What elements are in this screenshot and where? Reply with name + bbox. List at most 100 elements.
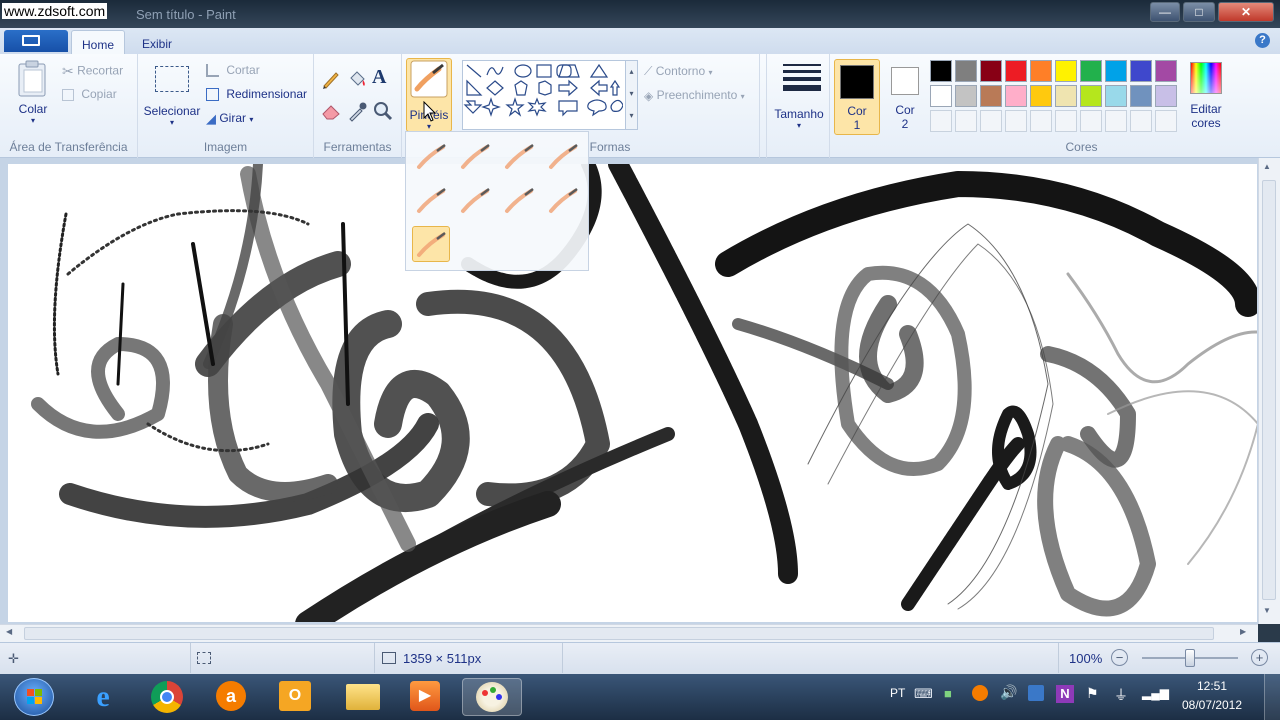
color-swatch[interactable] bbox=[1105, 60, 1127, 82]
color-swatch[interactable] bbox=[980, 110, 1002, 132]
onenote-tray-icon[interactable]: N bbox=[1056, 685, 1074, 703]
shape-option[interactable] bbox=[536, 64, 552, 78]
explorer-folder-icon[interactable] bbox=[336, 678, 390, 716]
scroll-right-icon[interactable]: ▶ bbox=[1240, 627, 1246, 636]
shape-option[interactable] bbox=[466, 64, 482, 78]
text-tool[interactable]: A bbox=[372, 66, 396, 90]
shape-option[interactable] bbox=[527, 97, 547, 117]
shape-option[interactable] bbox=[538, 80, 552, 96]
color-swatch[interactable] bbox=[930, 110, 952, 132]
zoom-slider-thumb[interactable] bbox=[1185, 649, 1195, 667]
color-swatch[interactable] bbox=[955, 85, 977, 107]
brush-option[interactable] bbox=[500, 138, 538, 174]
shape-option[interactable] bbox=[609, 79, 621, 96]
brush-option[interactable] bbox=[456, 138, 494, 174]
color-swatch[interactable] bbox=[930, 60, 952, 82]
brush-option[interactable] bbox=[456, 182, 494, 218]
color-swatch[interactable] bbox=[1155, 60, 1177, 82]
drawing-canvas[interactable] bbox=[8, 164, 1257, 622]
show-desktop-button[interactable] bbox=[1264, 674, 1280, 720]
color-swatch[interactable] bbox=[1055, 85, 1077, 107]
zoom-out-button[interactable]: − bbox=[1111, 649, 1128, 666]
vertical-scrollbar[interactable]: ▲ ▼ bbox=[1258, 158, 1280, 624]
color-picker-tool[interactable] bbox=[346, 100, 370, 124]
shape-option[interactable] bbox=[590, 79, 608, 97]
horizontal-scrollbar[interactable]: ◀ ▶ bbox=[0, 624, 1258, 642]
brush-option[interactable] bbox=[412, 226, 450, 262]
color-swatch[interactable] bbox=[1005, 110, 1027, 132]
start-orb-icon[interactable] bbox=[14, 678, 54, 716]
eraser-tool[interactable] bbox=[320, 100, 344, 124]
color-swatch[interactable] bbox=[1005, 85, 1027, 107]
color-swatch[interactable] bbox=[1080, 110, 1102, 132]
color-swatch[interactable] bbox=[1155, 85, 1177, 107]
brush-option[interactable] bbox=[412, 138, 450, 174]
internet-explorer-icon[interactable]: e bbox=[76, 678, 130, 716]
color-swatch[interactable] bbox=[1105, 85, 1127, 107]
color-swatch[interactable] bbox=[1030, 60, 1052, 82]
brush-option[interactable] bbox=[500, 182, 538, 218]
shape-option[interactable] bbox=[514, 64, 532, 78]
edit-colors-button[interactable]: Editar cores bbox=[1184, 60, 1228, 136]
horizontal-scroll-thumb[interactable] bbox=[24, 627, 1214, 640]
shape-option[interactable] bbox=[558, 79, 578, 97]
media-player-icon[interactable]: ▶ bbox=[398, 678, 452, 716]
paste-button[interactable]: Colar ▾ bbox=[10, 58, 56, 128]
chrome-icon[interactable] bbox=[140, 678, 194, 716]
resize-button[interactable]: Redimensionar bbox=[206, 87, 307, 102]
shape-option[interactable] bbox=[558, 100, 578, 117]
color-swatch[interactable] bbox=[1130, 110, 1152, 132]
shapes-gallery-scroller[interactable]: ▴ ▾ ▾ bbox=[626, 60, 638, 130]
pencil-tool[interactable] bbox=[320, 68, 344, 92]
shape-option[interactable] bbox=[486, 66, 504, 76]
shape-option[interactable] bbox=[558, 64, 580, 78]
shape-option[interactable] bbox=[587, 99, 607, 117]
color1-button[interactable]: Cor 1 bbox=[834, 59, 880, 135]
help-button[interactable]: ? bbox=[1255, 33, 1270, 48]
color-swatch[interactable] bbox=[1080, 60, 1102, 82]
tab-view[interactable]: Exibir bbox=[132, 30, 182, 54]
rotate-button[interactable]: ◢ Girar ▾ bbox=[206, 111, 253, 127]
cut-button[interactable]: ✂ Recortar bbox=[62, 63, 123, 80]
color-swatch[interactable] bbox=[955, 110, 977, 132]
shape-option[interactable] bbox=[463, 100, 483, 114]
clock-time[interactable]: 12:51 bbox=[1170, 679, 1254, 693]
zoom-in-button[interactable]: + bbox=[1251, 649, 1268, 666]
color-swatch[interactable] bbox=[1155, 110, 1177, 132]
color-swatch[interactable] bbox=[1005, 60, 1027, 82]
scroll-left-icon[interactable]: ◀ bbox=[6, 627, 12, 636]
volume-icon[interactable]: 🔊 bbox=[1000, 684, 1017, 701]
keyboard-icon[interactable]: ⌨ bbox=[914, 686, 933, 702]
magnifier-tool[interactable] bbox=[372, 100, 396, 124]
app-menu-button[interactable] bbox=[4, 30, 68, 52]
language-indicator[interactable]: PT bbox=[890, 686, 905, 700]
color-swatch[interactable] bbox=[1030, 110, 1052, 132]
power-plug-icon[interactable]: ⏚ bbox=[1114, 685, 1128, 705]
color-swatch[interactable] bbox=[1030, 85, 1052, 107]
color-swatch[interactable] bbox=[1130, 85, 1152, 107]
fill-button[interactable]: ◈ Preenchimento ▾ bbox=[644, 88, 745, 103]
fill-tool[interactable] bbox=[346, 68, 370, 92]
brush-option[interactable] bbox=[544, 182, 582, 218]
color-swatch[interactable] bbox=[930, 85, 952, 107]
shape-option[interactable] bbox=[486, 80, 504, 96]
color-swatch[interactable] bbox=[1055, 110, 1077, 132]
color-swatch[interactable] bbox=[1055, 60, 1077, 82]
shape-option[interactable] bbox=[589, 63, 609, 78]
shape-option[interactable] bbox=[514, 80, 528, 96]
outline-button[interactable]: ⟋ Contorno ▾ bbox=[644, 64, 712, 79]
color-swatch[interactable] bbox=[980, 85, 1002, 107]
select-button[interactable]: Selecionar ▾ bbox=[142, 62, 202, 132]
avast-icon[interactable]: a bbox=[204, 678, 258, 716]
minimize-button[interactable]: — bbox=[1150, 2, 1180, 22]
color-swatch[interactable] bbox=[980, 60, 1002, 82]
paint-icon[interactable] bbox=[462, 678, 522, 716]
outlook-icon[interactable]: O bbox=[268, 678, 322, 716]
maximize-button[interactable]: □ bbox=[1183, 2, 1215, 22]
scroll-up-icon[interactable]: ▲ bbox=[1263, 162, 1271, 171]
color-swatch[interactable] bbox=[1105, 110, 1127, 132]
camera-icon[interactable]: ■ bbox=[944, 686, 952, 701]
shape-option[interactable] bbox=[481, 97, 501, 117]
signal-bars-icon[interactable]: ▂▄▆ bbox=[1142, 686, 1169, 700]
vertical-scroll-thumb[interactable] bbox=[1262, 180, 1276, 600]
